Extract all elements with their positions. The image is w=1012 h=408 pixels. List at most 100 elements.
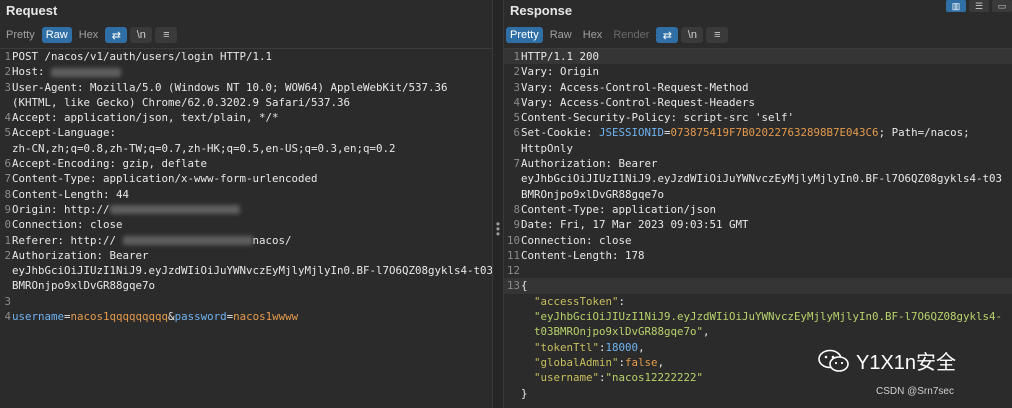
response-line[interactable]: 0 t03BMROnjpo9xlDvGR88gqe7o", — [504, 324, 1012, 339]
request-menu-icon[interactable]: ≡ — [155, 27, 178, 43]
response-toolbar: Pretty Raw Hex Render ⇄ \n ≡ — [504, 22, 1012, 49]
request-tab-hex[interactable]: Hex — [75, 27, 103, 43]
request-line[interactable]: 2 Authorization: Bearer — [0, 248, 492, 263]
code-token: ; Path=/nacos; — [878, 126, 970, 140]
request-line[interactable]: 0eyJhbGciOiJIUzI1NiJ9.eyJzdWIiOiJuYWNvcz… — [0, 263, 492, 278]
response-line[interactable]: 0HttpOnly — [504, 141, 1012, 156]
request-editor[interactable]: 1 POST /nacos/v1/auth/users/login HTTP/1.… — [0, 49, 492, 324]
code-token: Authorization: Bearer — [521, 157, 658, 171]
response-tab-raw[interactable]: Raw — [546, 27, 576, 43]
line-content: Accept: application/json, text/plain, */… — [12, 110, 279, 125]
line-number: 0 — [0, 278, 12, 293]
line-content: User-Agent: Mozilla/5.0 (Windows NT 10.0… — [12, 80, 448, 95]
response-line[interactable]: 12 — [504, 263, 1012, 278]
layout-tabs-icon[interactable]: ▭ — [992, 0, 1012, 12]
line-number: 0 — [504, 171, 521, 186]
response-line[interactable]: 1 HTTP/1.1 200 — [504, 49, 1012, 65]
response-line[interactable]: 0 "eyJhbGciOiJIUzI1NiJ9.eyJzdWIiOiJuYWNv… — [504, 309, 1012, 324]
pane-divider[interactable] — [492, 0, 504, 408]
response-line[interactable]: 3 Vary: Access-Control-Request-Method — [504, 80, 1012, 95]
code-token: "globalAdmin" — [534, 355, 619, 369]
request-line[interactable]: 0zh-CN,zh;q=0.8,zh-TW;q=0.7,zh-HK;q=0.5,… — [0, 141, 492, 156]
response-line[interactable]: 6 Set-Cookie: JSESSIONID=073875419F7B0202… — [504, 125, 1012, 140]
line-content: { — [521, 278, 528, 293]
response-line[interactable]: 7 Authorization: Bearer — [504, 156, 1012, 171]
request-line[interactable]: 1 POST /nacos/v1/auth/users/login HTTP/1.… — [0, 49, 492, 64]
response-wrap-lines-icon[interactable]: ⇄ — [656, 27, 679, 43]
request-line[interactable]: 4 Accept: application/json, text/plain, *… — [0, 110, 492, 125]
request-line[interactable]: 8 Content-Length: 44 — [0, 187, 492, 202]
request-line[interactable]: 7 Content-Type: application/x-www-form-ur… — [0, 171, 492, 186]
line-number: 1 — [513, 50, 520, 63]
request-tab-raw[interactable]: Raw — [41, 27, 72, 43]
line-content: Referer: http:// nacos/ — [12, 233, 292, 248]
line-content: Origin: http:// — [12, 202, 240, 217]
line-number: 0 — [504, 309, 521, 324]
code-token: Referer: http:// — [12, 233, 123, 247]
request-line[interactable]: 0BMROnjpo9xlDvGR88gqe7o — [0, 278, 492, 293]
code-token: } — [521, 386, 528, 400]
code-token: "accessToken" — [534, 294, 619, 308]
request-line[interactable]: 0(KHTML, like Gecko) Chrome/62.0.3202.9 … — [0, 95, 492, 110]
response-tab-hex[interactable]: Hex — [579, 27, 607, 43]
line-number: 0 — [504, 355, 521, 370]
response-line[interactable]: 5 Content-Security-Policy: script-src 'se… — [504, 110, 1012, 125]
response-tab-pretty[interactable]: Pretty — [506, 27, 543, 43]
request-line[interactable]: 5 Accept-Language: — [0, 125, 492, 140]
line-number: 7 — [4, 172, 11, 186]
request-newline-icon[interactable]: \n — [130, 27, 153, 43]
line-number: 0 — [0, 141, 12, 156]
code-token: Vary: Access-Control-Request-Method — [521, 80, 749, 94]
code-token: POST /nacos/v1/auth/users/login HTTP/1.1 — [12, 50, 273, 63]
layout-side-by-side-icon[interactable]: ▥ — [946, 0, 966, 12]
line-content: eyJhbGciOiJIUzI1NiJ9.eyJzdWIiOiJuYWNvczE… — [521, 171, 1002, 186]
line-content: Authorization: Bearer — [521, 156, 658, 171]
code-token: Host: — [12, 65, 52, 79]
response-tab-render[interactable]: Render — [609, 27, 653, 43]
request-line[interactable]: 6 Accept-Encoding: gzip, deflate — [0, 156, 492, 171]
request-wrap-lines-icon[interactable]: ⇄ — [105, 27, 128, 43]
response-line[interactable]: 8 Content-Type: application/json — [504, 202, 1012, 217]
line-number: 0 — [504, 370, 521, 385]
line-content: zh-CN,zh;q=0.8,zh-TW;q=0.7,zh-HK;q=0.5,e… — [12, 141, 396, 156]
line-content: (KHTML, like Gecko) Chrome/62.0.3202.9 S… — [12, 95, 350, 110]
request-line[interactable]: 9 Origin: http:// — [0, 202, 492, 217]
response-line[interactable]: 9 Date: Fri, 17 Mar 2023 09:03:51 GMT — [504, 217, 1012, 232]
code-token: Origin: http:// — [12, 202, 110, 216]
response-newline-icon[interactable]: \n — [681, 27, 704, 43]
request-line[interactable]: 2 Host: — [0, 64, 492, 79]
response-line[interactable]: 13{ — [504, 278, 1012, 294]
response-line[interactable]: 4 Vary: Access-Control-Request-Headers — [504, 95, 1012, 110]
request-line[interactable]: 3 — [0, 294, 492, 309]
line-content: BMROnjpo9xlDvGR88gqe7o — [521, 187, 664, 202]
request-line[interactable]: 0 Connection: close — [0, 217, 492, 232]
drag-handle-icon[interactable]: • • • — [495, 218, 501, 240]
line-number: 8 — [4, 187, 11, 201]
line-content: Accept-Language: — [12, 125, 116, 140]
line-content: Content-Type: application/x-www-form-url… — [12, 171, 318, 186]
code-token: HttpOnly — [521, 141, 574, 155]
layout-stacked-icon[interactable]: ☰ — [969, 0, 989, 12]
code-token: , — [703, 325, 710, 339]
line-number: 0 — [504, 340, 521, 355]
line-content: Content-Length: 178 — [521, 248, 645, 263]
response-line[interactable]: 10 Connection: close — [504, 233, 1012, 248]
request-tab-pretty[interactable]: Pretty — [2, 27, 39, 43]
line-number: 0 — [504, 141, 521, 156]
response-line[interactable]: 2 Vary: Origin — [504, 64, 1012, 79]
line-number: 2 — [4, 248, 11, 262]
response-line[interactable]: 11 Content-Length: 178 — [504, 248, 1012, 263]
line-number: 0 — [504, 324, 521, 339]
response-line[interactable]: 0eyJhbGciOiJIUzI1NiJ9.eyJzdWIiOiJuYWNvcz… — [504, 171, 1012, 186]
code-token: : — [618, 294, 626, 308]
response-menu-icon[interactable]: ≡ — [706, 27, 729, 43]
request-line[interactable]: 1 Referer: http:// nacos/ — [0, 233, 492, 248]
response-title: Response — [504, 0, 1012, 22]
line-number: 6 — [513, 126, 520, 140]
response-line[interactable]: 0 "accessToken": — [504, 294, 1012, 309]
request-line[interactable]: 4 username=nacos1qqqqqqqqq&password=nacos… — [0, 309, 492, 324]
response-line[interactable]: 0BMROnjpo9xlDvGR88gqe7o — [504, 187, 1012, 202]
request-line[interactable]: 3 User-Agent: Mozilla/5.0 (Windows NT 10.… — [0, 80, 492, 95]
